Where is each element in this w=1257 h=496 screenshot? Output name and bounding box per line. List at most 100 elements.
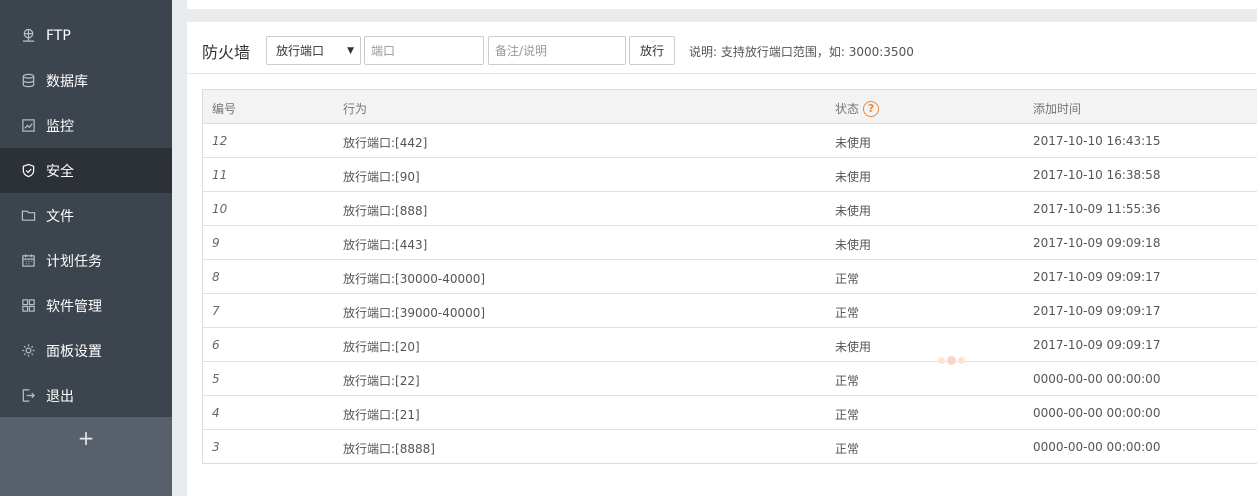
cell-status: 正常: [835, 272, 860, 286]
grid-icon: [20, 298, 36, 314]
cell-action: 放行端口:[20]: [343, 340, 420, 354]
firewall-toolbar: 防火墙 放行端口 ▼ 端口 备注/说明 放行 说明: 支持放行端口范围，如: 3…: [187, 22, 1257, 74]
cell-status: 正常: [835, 408, 860, 422]
loading-dot: [958, 357, 965, 364]
cell-id: 12: [212, 134, 228, 148]
folder-icon: [20, 208, 36, 224]
sidebar-item-label: 面板设置: [46, 343, 102, 360]
table-row: 10 放行端口:[888] 未使用 2017-10-09 11:55:36: [203, 192, 1257, 226]
sidebar-item-label: 文件: [46, 208, 74, 225]
help-icon[interactable]: ?: [863, 100, 880, 117]
sidebar-item-monitor[interactable]: 监控: [0, 103, 172, 148]
rule-type-value: 放行端口: [276, 44, 325, 58]
allow-button[interactable]: 放行: [629, 36, 675, 65]
cell-time: 2017-10-09 09:09:17: [1033, 338, 1161, 352]
cell-action: 放行端口:[21]: [343, 408, 420, 422]
table-body: 12 放行端口:[442] 未使用 2017-10-10 16:43:15 11 放行端口…: [203, 124, 1257, 464]
sidebar-item-logout[interactable]: 退出: [0, 373, 172, 418]
loading-indicator: [938, 356, 965, 365]
header-id: 编号: [212, 102, 237, 116]
logout-icon: [20, 388, 36, 404]
sidebar-item-security[interactable]: 安全: [0, 148, 172, 193]
cell-status: 正常: [835, 374, 860, 388]
cell-time: 0000-00-00 00:00:00: [1033, 406, 1161, 420]
table-row: 8 放行端口:[30000-40000] 正常 2017-10-09 09:09:17: [203, 260, 1257, 294]
cell-id: 6: [212, 338, 220, 352]
table-row: 3 放行端口:[8888] 正常 0000-00-00 00:00:00: [203, 430, 1257, 464]
sidebar-item-ftp[interactable]: FTP: [0, 13, 172, 58]
cell-action: 放行端口:[8888]: [343, 442, 435, 456]
cell-status: 正常: [835, 306, 860, 320]
cell-status: 未使用: [835, 238, 872, 252]
cell-action: 放行端口:[888]: [343, 204, 428, 218]
cell-status: 未使用: [835, 136, 872, 150]
cell-status: 未使用: [835, 170, 872, 184]
cell-action: 放行端口:[443]: [343, 238, 428, 252]
table-header: 编号 行为 状态 ? 添加时间: [203, 90, 1257, 124]
sidebar-item-cron[interactable]: 计划任务: [0, 238, 172, 283]
sidebar-item-label: 计划任务: [46, 253, 102, 270]
database-icon: [20, 73, 36, 89]
cell-id: 11: [212, 168, 228, 182]
shield-icon: [20, 163, 36, 179]
cell-time: 2017-10-09 09:09:17: [1033, 270, 1161, 284]
header-status-label: 状态: [835, 102, 860, 116]
gear-icon: [20, 343, 36, 359]
add-button[interactable]: +: [0, 417, 172, 459]
sidebar-item-software[interactable]: 软件管理: [0, 283, 172, 328]
top-panel-strip: [187, 0, 1257, 9]
cell-time: 0000-00-00 00:00:00: [1033, 440, 1161, 454]
header-action: 行为: [343, 102, 368, 116]
cell-action: 放行端口:[90]: [343, 170, 420, 184]
port-input[interactable]: 端口: [364, 36, 484, 65]
cell-id: 10: [212, 202, 228, 216]
sidebar-item-label: 监控: [46, 118, 74, 135]
note-input[interactable]: 备注/说明: [488, 36, 626, 65]
header-status: 状态 ?: [835, 100, 880, 117]
sidebar-item-settings[interactable]: 面板设置: [0, 328, 172, 373]
sidebar-item-label: FTP: [46, 27, 71, 44]
cell-action: 放行端口:[442]: [343, 136, 428, 150]
sidebar-item-label: 退出: [46, 388, 74, 405]
cell-time: 2017-10-09 09:09:18: [1033, 236, 1161, 250]
cell-action: 放行端口:[39000-40000]: [343, 306, 486, 320]
ftp-icon: [20, 28, 36, 44]
sidebar: FTP 数据库 监控 安全 文件 计划任务 软件管理 面板设置 退出 +: [0, 0, 172, 496]
cell-status: 未使用: [835, 340, 872, 354]
firewall-table: 编号 行为 状态 ? 添加时间 12 放行端口:[442] 未使用 2017-10-1…: [202, 89, 1257, 464]
table-row: 11 放行端口:[90] 未使用 2017-10-10 16:38:58: [203, 158, 1257, 192]
sidebar-item-database[interactable]: 数据库: [0, 58, 172, 103]
caret-down-icon: ▼: [347, 46, 354, 56]
cell-time: 2017-10-09 09:09:17: [1033, 304, 1161, 318]
page-title: 防火墙: [202, 43, 251, 62]
firewall-panel: 防火墙 放行端口 ▼ 端口 备注/说明 放行 说明: 支持放行端口范围，如: 3…: [187, 22, 1257, 496]
cell-time: 0000-00-00 00:00:00: [1033, 372, 1161, 386]
hint-text: 说明: 支持放行端口范围，如: 3000:3500: [689, 45, 914, 59]
table-row: 9 放行端口:[443] 未使用 2017-10-09 09:09:18: [203, 226, 1257, 260]
rule-type-select[interactable]: 放行端口 ▼: [266, 36, 361, 65]
cell-action: 放行端口:[22]: [343, 374, 420, 388]
cell-id: 9: [212, 236, 220, 250]
cell-time: 2017-10-10 16:43:15: [1033, 134, 1161, 148]
loading-dot: [938, 357, 945, 364]
calendar-icon: [20, 253, 36, 269]
loading-dot: [947, 356, 956, 365]
cell-time: 2017-10-10 16:38:58: [1033, 168, 1161, 182]
cell-id: 8: [212, 270, 220, 284]
cell-id: 3: [212, 440, 220, 454]
cell-id: 5: [212, 372, 220, 386]
table-row: 12 放行端口:[442] 未使用 2017-10-10 16:43:15: [203, 124, 1257, 158]
sidebar-item-files[interactable]: 文件: [0, 193, 172, 238]
cell-status: 正常: [835, 442, 860, 456]
cell-id: 4: [212, 406, 220, 420]
sidebar-item-label: 安全: [46, 163, 74, 180]
table-row: 7 放行端口:[39000-40000] 正常 2017-10-09 09:09:17: [203, 294, 1257, 328]
monitor-icon: [20, 118, 36, 134]
cell-id: 7: [212, 304, 220, 318]
table-row: 5 放行端口:[22] 正常 0000-00-00 00:00:00: [203, 362, 1257, 396]
table-row: 6 放行端口:[20] 未使用 2017-10-09 09:09:17: [203, 328, 1257, 362]
cell-action: 放行端口:[30000-40000]: [343, 272, 486, 286]
sidebar-nav: FTP 数据库 监控 安全 文件 计划任务 软件管理 面板设置 退出: [0, 0, 172, 418]
cell-time: 2017-10-09 11:55:36: [1033, 202, 1161, 216]
sidebar-footer: +: [0, 417, 172, 496]
